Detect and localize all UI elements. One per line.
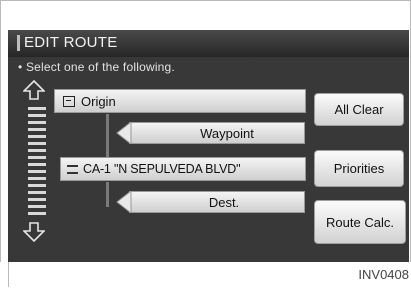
scroll-bar-segment [28,191,46,194]
scroll-bar-segment [28,198,46,201]
scroll-bar-segment [28,142,46,145]
title-bar: EDIT ROUTE [8,30,409,57]
scroll-up-icon[interactable] [23,80,45,100]
destination-label: Dest. [208,194,240,210]
waypoint-arrow-icon [116,122,132,144]
flag-icon [63,95,75,107]
destination-button[interactable]: Dest. [129,191,305,213]
figure-code: INV0408 [358,267,409,282]
waypoint-label: Waypoint [200,125,254,141]
road-icon [67,164,78,174]
origin-button[interactable]: Origin [54,89,306,113]
scroll-bar-segment [28,205,46,208]
waypoint-button[interactable]: Waypoint [129,122,305,144]
scroll-bar-segment [28,163,46,166]
scroll-bar-segment [28,128,46,131]
scroll-bar-segment [28,114,46,117]
scroll-bar-segment [28,135,46,138]
scroll-bar-segment [28,156,46,159]
priorities-label: Priorities [333,161,385,176]
scroll-bar-segment [28,121,46,124]
scroll-bar-segment [28,177,46,180]
origin-label: Origin [81,93,116,109]
screen-title: EDIT ROUTE [24,34,118,51]
scroll-bar-segment [28,212,46,215]
all-clear-label: All Clear [334,102,384,117]
priorities-button[interactable]: Priorities [314,150,404,187]
instruction-label: Select one of the following. [25,60,175,74]
route-connector [106,182,109,207]
scroll-bar-segment [28,107,46,110]
destination-arrow-icon [116,191,132,213]
nav-screen: EDIT ROUTE • Select one of the following… [8,30,409,262]
route-calc-label: Route Calc. [326,214,394,230]
instruction-text: • Select one of the following. [18,60,175,74]
route-calc-button[interactable]: Route Calc. [314,200,406,244]
scroll-bar-segment [28,170,46,173]
title-accent [17,35,20,51]
road-segment-button[interactable]: CA-1 "N SEPULVEDA BLVD" [60,157,306,181]
scroll-bar-segment [28,184,46,187]
figure-footer [0,262,411,289]
bullet: • [18,60,26,74]
scroll-down-icon[interactable] [23,222,45,242]
road-label: CA-1 "N SEPULVEDA BLVD" [83,162,241,176]
scroll-bar-segment [28,149,46,152]
all-clear-button[interactable]: All Clear [314,93,404,126]
footer-divider [8,262,9,287]
route-connector [106,114,109,159]
